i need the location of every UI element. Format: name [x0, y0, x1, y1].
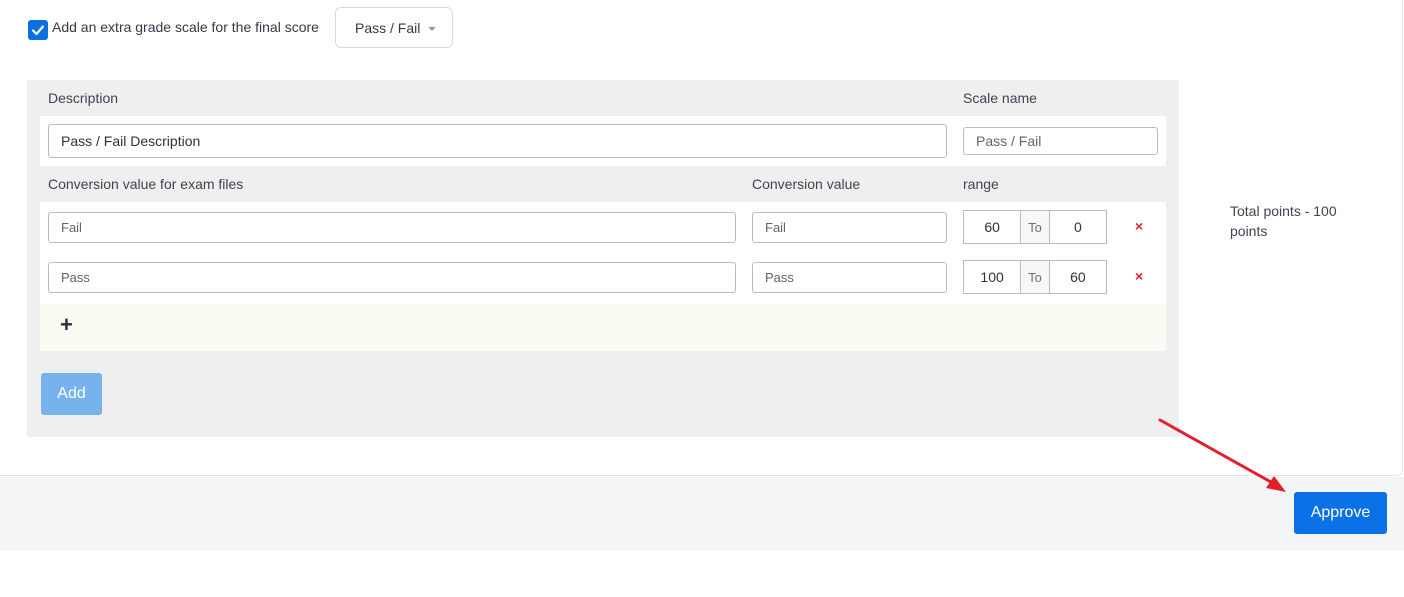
col-conversion-value: Conversion value [752, 176, 861, 192]
grade-scale-select[interactable]: Pass / Fail [335, 7, 453, 48]
file-value-input[interactable]: Pass [48, 262, 736, 293]
conversion-value: Fail [765, 220, 786, 235]
conversion-input[interactable]: Pass [752, 262, 947, 293]
annotation-arrow-icon [1158, 418, 1286, 492]
range-input-group: 100 To 60 [963, 260, 1107, 294]
delete-row-icon[interactable]: × [1135, 218, 1143, 234]
grade-scale-card: Add an extra grade scale for the final s… [0, 0, 1403, 476]
file-value: Fail [61, 220, 82, 235]
col-conversion-files: Conversion value for exam files [48, 176, 244, 192]
total-points: Total points - 100 points [1230, 203, 1337, 239]
range-to-label: To [1020, 211, 1050, 243]
col-range: range [963, 176, 999, 192]
range-from-input[interactable]: 60 [964, 211, 1020, 243]
description-input[interactable]: Pass / Fail Description [48, 124, 947, 158]
plus-icon[interactable]: + [60, 312, 73, 338]
conversion-value: Pass [765, 270, 794, 285]
grade-scale-selected-value: Pass / Fail [355, 19, 421, 36]
extra-grade-scale-label: Add an extra grade scale for the final s… [52, 19, 319, 35]
approve-button[interactable]: Approve [1294, 492, 1387, 534]
description-label: Description [48, 90, 119, 106]
add-row-area: + [40, 304, 1166, 351]
scale-name-value: Pass / Fail [976, 133, 1042, 149]
file-value: Pass [61, 270, 90, 285]
add-button[interactable]: Add [41, 373, 102, 415]
chevron-down-icon [428, 27, 436, 31]
range-to-input[interactable]: 0 [1050, 211, 1106, 243]
description-value: Pass / Fail Description [61, 133, 201, 149]
extra-grade-scale-checkbox[interactable] [28, 20, 48, 40]
scale-panel: Description Scale name Pass / Fail Descr… [27, 80, 1179, 437]
file-value-input[interactable]: Fail [48, 212, 736, 243]
scale-name-input[interactable]: Pass / Fail [963, 127, 1158, 155]
range-from-input[interactable]: 100 [964, 261, 1020, 293]
range-input-group: 60 To 0 [963, 210, 1107, 244]
conversion-input[interactable]: Fail [752, 212, 947, 243]
range-to-label: To [1020, 261, 1050, 293]
range-to-input[interactable]: 60 [1050, 261, 1106, 293]
scale-name-label: Scale name [963, 90, 1037, 106]
check-icon [31, 25, 45, 36]
delete-row-icon[interactable]: × [1135, 268, 1143, 284]
